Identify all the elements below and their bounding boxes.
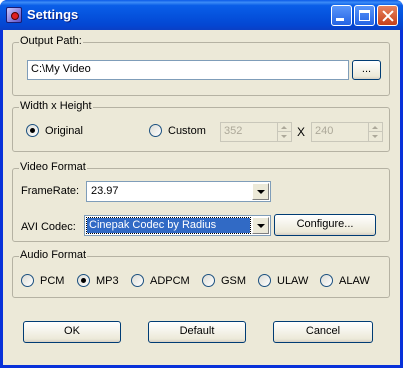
ulaw-label: ULAW	[277, 275, 309, 287]
default-button[interactable]: Default	[148, 321, 246, 343]
cancel-button[interactable]: Cancel	[273, 321, 373, 343]
custom-radio[interactable]	[149, 124, 162, 137]
output-path-input[interactable]: C:\My Video	[27, 60, 349, 80]
output-path-label: Output Path:	[19, 35, 83, 47]
size-group: Width x Height Original Custom 352 X 240	[12, 100, 390, 152]
browse-button[interactable]: ...	[352, 60, 381, 80]
height-input[interactable]: 240	[311, 122, 369, 142]
height-spinner[interactable]	[368, 122, 383, 142]
size-separator: X	[297, 125, 306, 139]
original-radio[interactable]	[26, 124, 39, 137]
pcm-label: PCM	[40, 275, 65, 287]
framerate-select[interactable]: 23.97	[86, 181, 271, 202]
framerate-value: 23.97	[91, 185, 119, 197]
framerate-label: FrameRate:	[21, 185, 80, 197]
width-input[interactable]: 352	[220, 122, 278, 142]
minimize-button[interactable]	[331, 5, 352, 26]
chevron-down-icon[interactable]	[252, 217, 269, 234]
audio-format-group: Audio Format PCM MP3 ADPCM GSM ULAW ALAW	[12, 249, 390, 298]
adpcm-label: ADPCM	[150, 275, 190, 287]
pcm-radio[interactable]	[21, 274, 34, 287]
gsm-label: GSM	[221, 275, 247, 287]
original-label: Original	[45, 125, 83, 137]
audio-format-label: Audio Format	[19, 249, 88, 261]
configure-button[interactable]: Configure...	[274, 214, 376, 236]
close-button[interactable]	[377, 5, 398, 26]
height-up-arrow-icon[interactable]	[369, 123, 382, 132]
width-up-arrow-icon[interactable]	[278, 123, 291, 132]
settings-window: Settings Output Path: C:\My Video ... Wi…	[0, 0, 403, 368]
alaw-label: ALAW	[339, 275, 370, 287]
codec-select[interactable]: Cinepak Codec by Radius	[84, 215, 271, 236]
height-down-arrow-icon[interactable]	[369, 132, 382, 141]
codec-value: Cinepak Codec by Radius	[86, 217, 251, 234]
app-icon	[6, 7, 22, 23]
chevron-down-icon[interactable]	[252, 183, 269, 200]
width-down-arrow-icon[interactable]	[278, 132, 291, 141]
maximize-button[interactable]	[354, 5, 375, 26]
adpcm-radio[interactable]	[131, 274, 144, 287]
dialog-body: Output Path: C:\My Video ... Width x Hei…	[3, 30, 400, 365]
width-spinner[interactable]	[277, 122, 292, 142]
alaw-radio[interactable]	[320, 274, 333, 287]
size-label: Width x Height	[19, 100, 93, 112]
ok-button[interactable]: OK	[23, 321, 121, 343]
mp3-label: MP3	[96, 275, 119, 287]
window-title: Settings	[27, 7, 79, 22]
mp3-radio[interactable]	[77, 274, 90, 287]
ulaw-radio[interactable]	[258, 274, 271, 287]
video-format-group: Video Format FrameRate: 23.97 AVI Codec:…	[12, 161, 390, 242]
title-bar[interactable]: Settings	[0, 0, 403, 30]
custom-label: Custom	[168, 125, 206, 137]
video-format-label: Video Format	[19, 161, 87, 173]
codec-label: AVI Codec:	[21, 221, 76, 233]
gsm-radio[interactable]	[202, 274, 215, 287]
output-path-group: Output Path: C:\My Video ...	[12, 35, 390, 96]
